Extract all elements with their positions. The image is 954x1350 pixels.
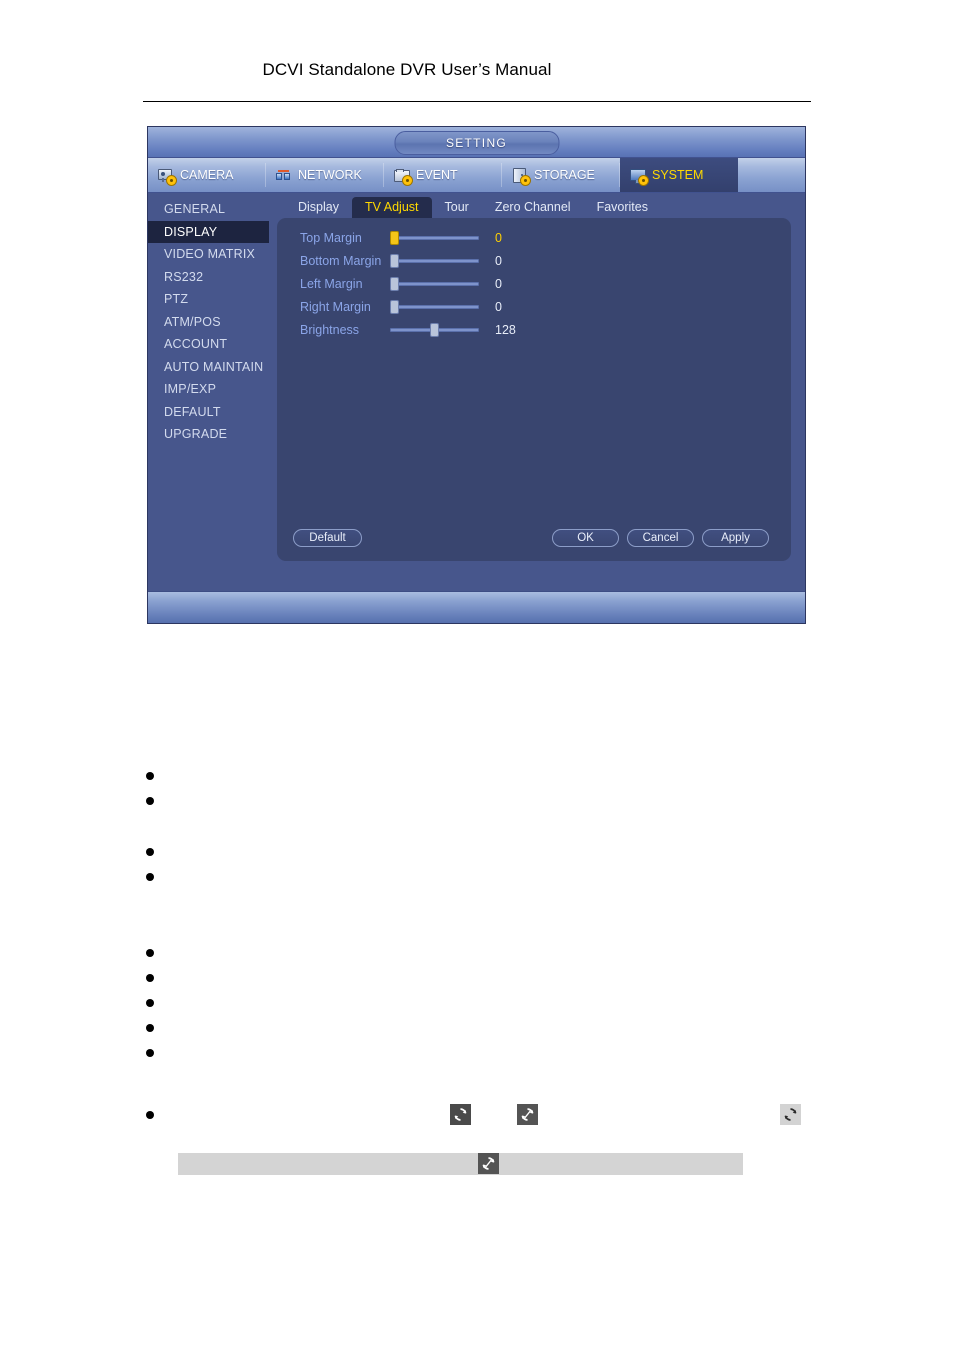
slider-track <box>390 281 479 286</box>
rotate-icon-4 <box>478 1153 499 1174</box>
list-item-bullet <box>146 1111 154 1119</box>
sidebar: GENERAL DISPLAY VIDEO MATRIX RS232 PTZ A… <box>148 193 269 594</box>
main-tab-bar: CAMERA NETWORK EVENT STORAGE SYSTEM <box>148 158 805 193</box>
tab-event-label: EVENT <box>416 168 458 182</box>
list-item-bullet <box>146 1024 154 1032</box>
slider-row-right-margin: Right Margin 0 <box>277 295 791 318</box>
slider-track <box>390 235 479 240</box>
right-margin-slider[interactable] <box>390 299 479 314</box>
slider-row-bottom-margin: Bottom Margin 0 <box>277 249 791 272</box>
slider-row-brightness: Brightness 128 <box>277 318 791 341</box>
sidebar-item-default[interactable]: DEFAULT <box>148 401 269 424</box>
rotate-icon-3 <box>780 1104 801 1125</box>
slider-row-left-margin: Left Margin 0 <box>277 272 791 295</box>
sidebar-item-video-matrix[interactable]: VIDEO MATRIX <box>148 243 269 266</box>
sidebar-item-account[interactable]: ACCOUNT <box>148 333 269 356</box>
default-button[interactable]: Default <box>293 529 362 547</box>
event-gear-icon <box>394 168 412 185</box>
window-body: GENERAL DISPLAY VIDEO MATRIX RS232 PTZ A… <box>148 193 805 594</box>
brightness-value: 128 <box>495 322 516 337</box>
top-margin-label: Top Margin <box>300 230 362 245</box>
tab-event[interactable]: EVENT <box>384 158 502 192</box>
sidebar-item-general[interactable]: GENERAL <box>148 198 269 221</box>
sub-tab-display[interactable]: Display <box>285 197 352 218</box>
dvr-setting-window: SETTING CAMERA NETWORK EVENT STORAGE SYS… <box>147 126 806 624</box>
slider-thumb[interactable] <box>430 322 439 337</box>
list-item-bullet <box>146 974 154 982</box>
ok-button[interactable]: OK <box>552 529 619 547</box>
list-item-bullet <box>146 848 154 856</box>
content-column: Display TV Adjust Tour Zero Channel Favo… <box>269 193 805 594</box>
sub-tab-tour[interactable]: Tour <box>432 197 482 218</box>
slider-thumb[interactable] <box>390 276 399 291</box>
brightness-slider[interactable] <box>390 322 479 337</box>
slider-thumb[interactable] <box>390 230 399 245</box>
slider-track <box>390 258 479 263</box>
list-item-bullet <box>146 772 154 780</box>
slider-thumb[interactable] <box>390 253 399 268</box>
sub-tab-zero-channel[interactable]: Zero Channel <box>482 197 584 218</box>
highlighted-text-bar <box>178 1153 743 1175</box>
tab-system-label: SYSTEM <box>652 168 704 182</box>
slider-track <box>390 304 479 309</box>
rotate-icon-1 <box>450 1104 471 1125</box>
sidebar-item-upgrade[interactable]: UPGRADE <box>148 423 269 446</box>
document-header: DCVI Standalone DVR User’s Manual <box>0 60 954 80</box>
list-item-bullet <box>146 949 154 957</box>
tab-network-label: NETWORK <box>298 168 362 182</box>
tab-storage[interactable]: STORAGE <box>502 158 620 192</box>
tv-adjust-panel: Top Margin 0 Bottom Margin 0 Left Margin… <box>277 218 791 561</box>
sidebar-item-atm-pos[interactable]: ATM/POS <box>148 311 269 334</box>
slider-thumb[interactable] <box>390 299 399 314</box>
system-gear-icon <box>630 168 648 185</box>
apply-button[interactable]: Apply <box>702 529 769 547</box>
top-margin-slider[interactable] <box>390 230 479 245</box>
tab-storage-label: STORAGE <box>534 168 595 182</box>
sidebar-item-rs232[interactable]: RS232 <box>148 266 269 289</box>
list-item-bullet <box>146 797 154 805</box>
tab-system[interactable]: SYSTEM <box>620 158 738 192</box>
sub-tab-favorites[interactable]: Favorites <box>584 197 661 218</box>
left-margin-slider[interactable] <box>390 276 479 291</box>
header-divider <box>143 101 811 102</box>
list-item-bullet <box>146 1049 154 1057</box>
bottom-margin-label: Bottom Margin <box>300 253 382 268</box>
camera-gear-icon <box>158 168 176 185</box>
left-margin-value: 0 <box>495 276 502 291</box>
brightness-label: Brightness <box>300 322 360 337</box>
top-margin-value: 0 <box>495 230 502 245</box>
storage-gear-icon <box>512 167 530 185</box>
sidebar-item-display[interactable]: DISPLAY <box>148 220 269 243</box>
slider-row-top-margin: Top Margin 0 <box>277 226 791 249</box>
sub-tab-bar: Display TV Adjust Tour Zero Channel Favo… <box>269 196 805 218</box>
window-titlebar: SETTING <box>148 127 805 158</box>
bottom-margin-slider[interactable] <box>390 253 479 268</box>
sidebar-item-imp-exp[interactable]: IMP/EXP <box>148 378 269 401</box>
document-header-title: DCVI Standalone DVR User’s Manual <box>262 60 552 79</box>
window-footer-bar <box>148 591 805 623</box>
sidebar-item-auto-maintain[interactable]: AUTO MAINTAIN <box>148 356 269 379</box>
left-margin-label: Left Margin <box>300 276 363 291</box>
right-margin-value: 0 <box>495 299 502 314</box>
tab-camera-label: CAMERA <box>180 168 234 182</box>
window-title: SETTING <box>394 131 559 155</box>
tab-network[interactable]: NETWORK <box>266 158 384 192</box>
list-item-bullet <box>146 873 154 881</box>
network-gear-icon <box>276 168 293 183</box>
rotate-icon-2 <box>517 1104 538 1125</box>
list-item-bullet <box>146 999 154 1007</box>
bottom-margin-value: 0 <box>495 253 502 268</box>
cancel-button[interactable]: Cancel <box>627 529 694 547</box>
sidebar-item-ptz[interactable]: PTZ <box>148 288 269 311</box>
tab-camera[interactable]: CAMERA <box>148 158 266 192</box>
right-margin-label: Right Margin <box>300 299 371 314</box>
sub-tab-tv-adjust[interactable]: TV Adjust <box>352 197 432 218</box>
